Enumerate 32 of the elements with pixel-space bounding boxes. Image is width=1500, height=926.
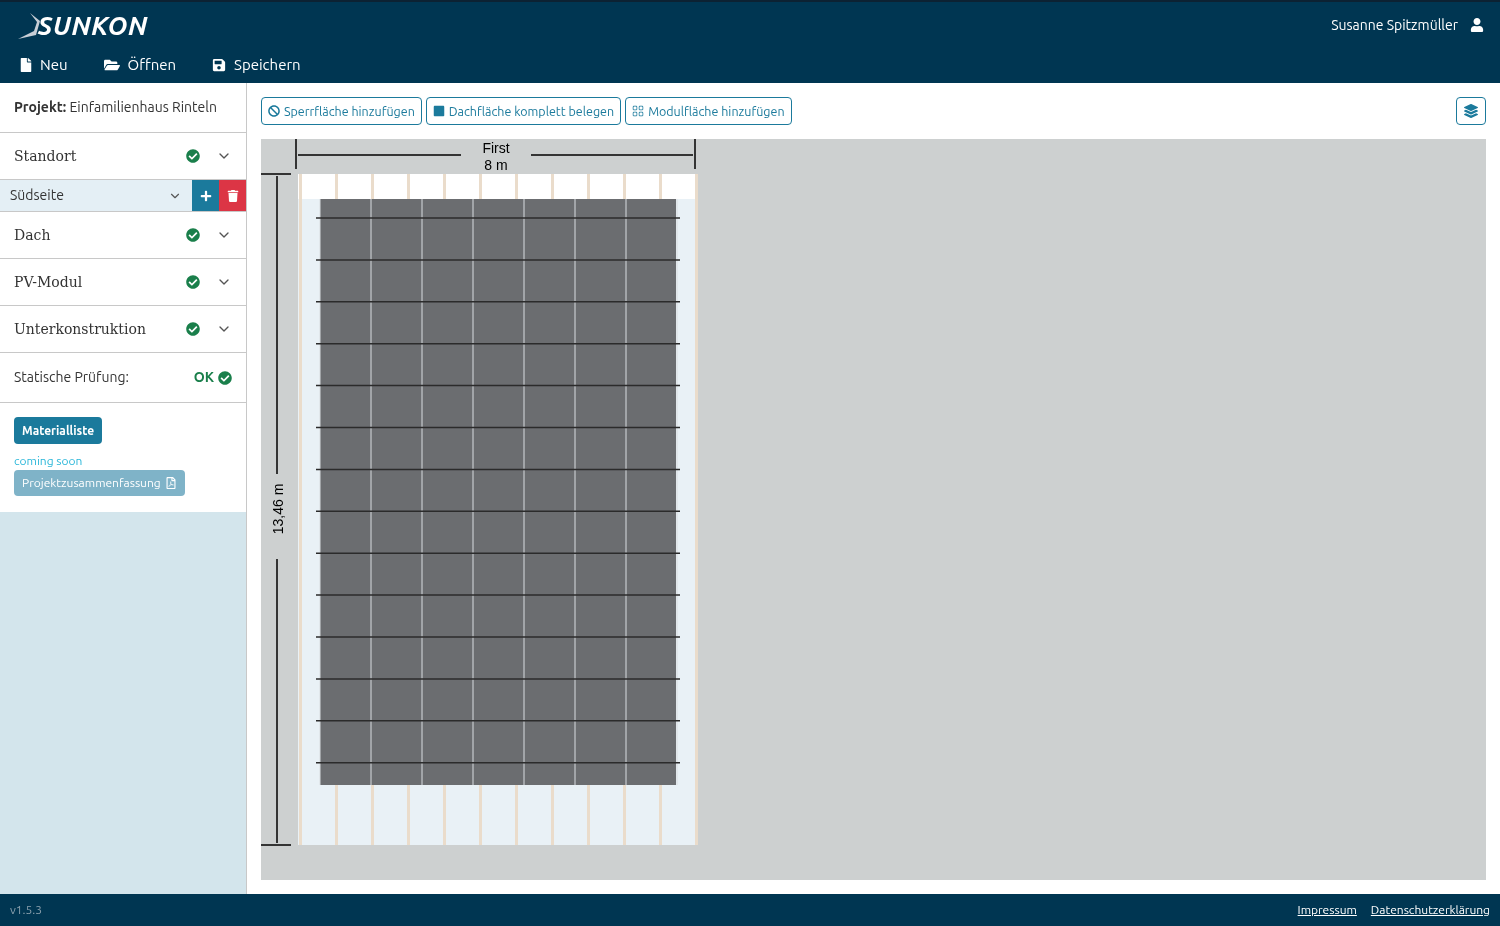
plus-icon xyxy=(199,189,212,202)
toolbar-button[interactable]: Modulfläche hinzufügen xyxy=(625,97,792,125)
layers-icon xyxy=(1464,104,1478,118)
folder-icon xyxy=(103,57,120,73)
delete-button[interactable] xyxy=(219,180,246,211)
material-list-button[interactable]: Materialliste xyxy=(14,417,103,444)
static-check-label: Statische Prüfung: xyxy=(14,368,129,387)
pdf-file-icon xyxy=(164,477,177,489)
grid-icon xyxy=(632,105,645,117)
toolbar-button[interactable]: Dachfläche komplett belegen xyxy=(425,97,622,125)
toolbar-button[interactable]: Sperrfläche hinzufügen xyxy=(261,97,422,125)
roof-side-select[interactable]: Südseite xyxy=(0,180,192,211)
width-label: 8 m xyxy=(484,157,508,173)
version-label: v1.5.3 xyxy=(10,902,43,918)
menu-button[interactable]: Speichern xyxy=(212,53,301,77)
user-name: Susanne Spitzmüller xyxy=(1331,15,1458,35)
trash-icon xyxy=(226,189,239,202)
ridge-label: First xyxy=(482,140,510,156)
static-check-status: OK xyxy=(193,368,214,387)
logo-text: SUNKON xyxy=(38,9,148,42)
height-label: 13,46 m xyxy=(270,483,286,535)
save-icon xyxy=(212,58,227,72)
prohibited-icon xyxy=(268,105,280,117)
layers-button[interactable] xyxy=(1456,97,1486,125)
user-icon[interactable] xyxy=(1470,18,1484,32)
coming-soon-note: coming soon xyxy=(14,453,83,469)
file-icon xyxy=(20,58,32,72)
footer-link[interactable]: Datenschutzerklärung xyxy=(1370,901,1490,919)
footer-link[interactable]: Impressum xyxy=(1297,901,1357,919)
menu-button[interactable]: Öffnen xyxy=(103,53,177,77)
menu-button[interactable]: Neu xyxy=(20,53,68,77)
add-button[interactable] xyxy=(192,180,219,211)
